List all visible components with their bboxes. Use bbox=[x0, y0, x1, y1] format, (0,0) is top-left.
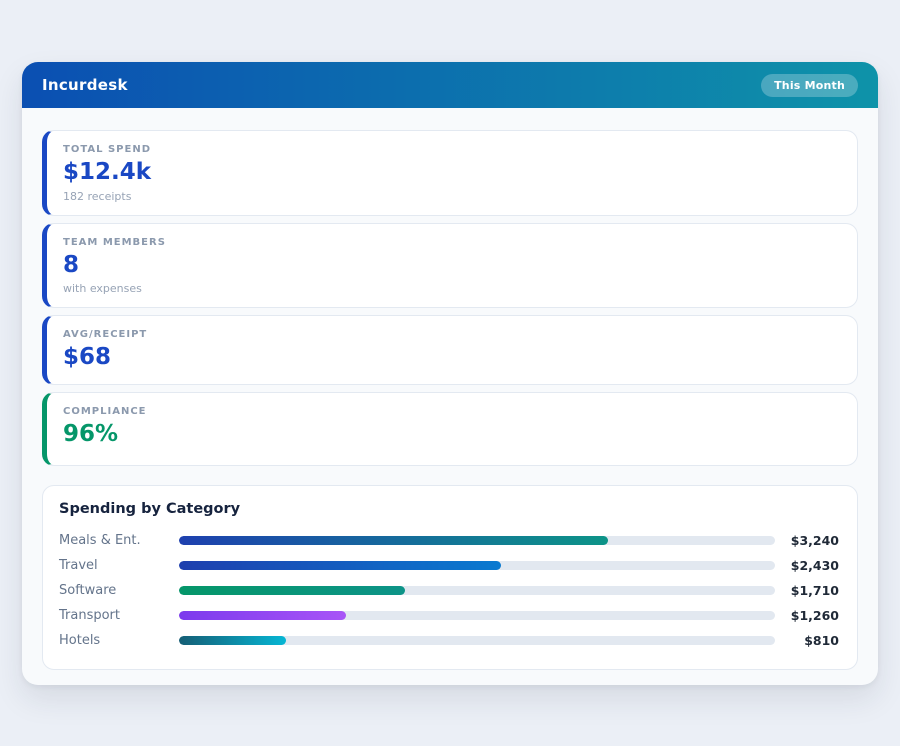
category-label: Meals & Ent. bbox=[59, 533, 179, 548]
stat-label: TEAM MEMBERS bbox=[63, 237, 841, 248]
category-value: $1,260 bbox=[775, 608, 839, 623]
category-bars: Meals & Ent. $3,240 Travel $2,430 Software $1… bbox=[59, 528, 839, 653]
category-row-travel: Travel $2,430 bbox=[59, 553, 839, 578]
stat-label: COMPLIANCE bbox=[63, 406, 841, 417]
category-bar-track bbox=[179, 536, 775, 545]
stat-label: AVG/RECEIPT bbox=[63, 329, 841, 340]
stat-card-compliance: COMPLIANCE 96% bbox=[42, 392, 858, 467]
category-value: $3,240 bbox=[775, 533, 839, 548]
category-label: Transport bbox=[59, 608, 179, 623]
dashboard-card: Incurdesk This Month TOTAL SPEND $12.4k 18… bbox=[22, 62, 878, 685]
category-row-transport: Transport $1,260 bbox=[59, 603, 839, 628]
dashboard-body: TOTAL SPEND $12.4k 182 receipts TEAM MEMBER… bbox=[22, 108, 878, 685]
stat-subtext: with expenses bbox=[63, 282, 841, 295]
category-bar-fill bbox=[179, 586, 405, 595]
app-title: Incurdesk bbox=[42, 76, 128, 94]
category-bar-track bbox=[179, 611, 775, 620]
category-label: Hotels bbox=[59, 633, 179, 648]
category-row-software: Software $1,710 bbox=[59, 578, 839, 603]
category-bar-track bbox=[179, 586, 775, 595]
category-label: Travel bbox=[59, 558, 179, 573]
category-bar-fill bbox=[179, 536, 608, 545]
category-label: Software bbox=[59, 583, 179, 598]
stat-card-avg-receipt: AVG/RECEIPT $68 bbox=[42, 315, 858, 385]
stat-card-total-spend: TOTAL SPEND $12.4k 182 receipts bbox=[42, 130, 858, 216]
category-bar-fill bbox=[179, 611, 346, 620]
category-value: $810 bbox=[775, 633, 839, 648]
category-bar-track bbox=[179, 561, 775, 570]
category-bar-fill bbox=[179, 636, 286, 645]
stat-subtext: 182 receipts bbox=[63, 190, 841, 203]
app-header: Incurdesk This Month bbox=[22, 62, 878, 108]
period-badge[interactable]: This Month bbox=[761, 74, 858, 97]
category-bar-track bbox=[179, 636, 775, 645]
category-value: $2,430 bbox=[775, 558, 839, 573]
panel-title: Spending by Category bbox=[59, 501, 839, 517]
category-row-meals-ent-: Meals & Ent. $3,240 bbox=[59, 528, 839, 553]
stat-value: 96% bbox=[63, 421, 841, 449]
stat-value: $68 bbox=[63, 344, 841, 372]
stat-card-team-members: TEAM MEMBERS 8 with expenses bbox=[42, 223, 858, 309]
stats-list: TOTAL SPEND $12.4k 182 receipts TEAM MEMBER… bbox=[42, 130, 858, 466]
stat-label: TOTAL SPEND bbox=[63, 144, 841, 155]
spending-panel: Spending by Category Meals & Ent. $3,240 T… bbox=[42, 485, 858, 670]
category-bar-fill bbox=[179, 561, 501, 570]
category-row-hotels: Hotels $810 bbox=[59, 628, 839, 653]
stat-value: $12.4k bbox=[63, 159, 841, 187]
category-value: $1,710 bbox=[775, 583, 839, 598]
stat-value: 8 bbox=[63, 252, 841, 280]
